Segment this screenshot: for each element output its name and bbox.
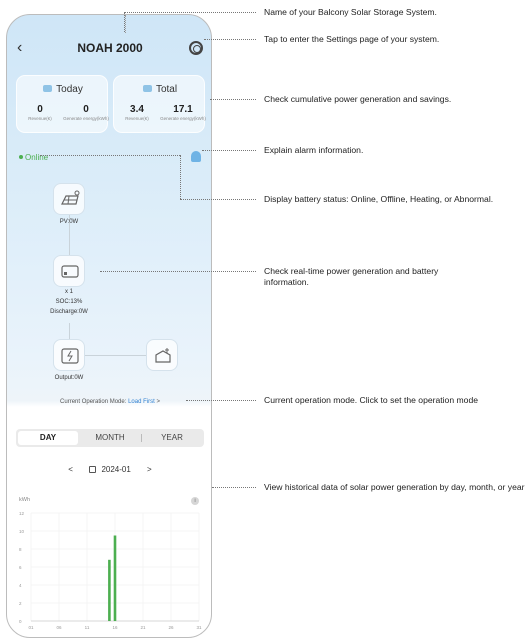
battery-count: x 1 — [64, 289, 73, 295]
leader-name — [124, 12, 256, 13]
prev-date-button[interactable]: < — [68, 465, 73, 474]
phone-frame: ‹ NOAH 2000 Today 0 0 Revenue(€) Generat… — [6, 14, 212, 638]
today-card: Today 0 0 Revenue(€) Generate energy(kWh… — [16, 75, 109, 133]
inverter-icon — [61, 348, 79, 364]
chart-unit-label: kWh — [19, 497, 30, 503]
y-tick-label: 10 — [19, 529, 25, 534]
notch-leader — [125, 15, 126, 33]
annotation-alarm: Explain alarm information. — [264, 145, 364, 155]
leader-history — [212, 487, 256, 488]
today-energy-label: Generate energy(kWh) — [63, 116, 109, 121]
chevron-right-icon: > — [156, 399, 160, 405]
leader-cumulative — [210, 99, 256, 100]
leader-name-v — [124, 12, 125, 32]
operation-mode[interactable]: Current Operation Mode: Load First > — [7, 399, 211, 405]
x-tick-label: 01 — [28, 625, 34, 630]
bar — [108, 559, 111, 621]
calendar-icon — [142, 85, 152, 92]
total-title: Total — [114, 84, 206, 95]
y-tick-label: 4 — [19, 583, 22, 588]
solar-panel-icon — [61, 190, 80, 205]
calendar-icon[interactable] — [89, 466, 97, 473]
leader-realtime — [100, 271, 256, 272]
y-tick-label: 12 — [19, 511, 25, 516]
pv-label: PV:0W — [59, 219, 79, 225]
info-icon[interactable]: i — [191, 497, 199, 505]
y-tick-label: 8 — [19, 547, 22, 552]
discharge-label: Discharge:0W — [50, 309, 88, 315]
app-header: ‹ NOAH 2000 — [7, 37, 211, 61]
status-dot — [19, 155, 23, 159]
x-tick-label: 11 — [85, 625, 90, 630]
annotation-cumulative: Check cumulative power generation and sa… — [264, 94, 452, 104]
x-tick-label: 26 — [168, 625, 174, 630]
next-date-button[interactable]: > — [147, 465, 152, 474]
calendar-icon — [43, 85, 53, 92]
flow-line — [85, 355, 146, 356]
output-label: Output:0W — [54, 375, 84, 381]
x-tick-label: 16 — [112, 625, 118, 630]
y-tick-label: 2 — [19, 601, 22, 606]
total-revenue-label: Revenue(€) — [125, 116, 149, 121]
today-revenue-label: Revenue(€) — [28, 116, 52, 121]
gear-icon[interactable] — [189, 41, 203, 55]
output-node[interactable] — [53, 339, 85, 371]
x-tick-label: 31 — [196, 625, 202, 630]
today-energy: 0 — [83, 104, 89, 115]
leader-alarm — [202, 150, 256, 151]
annotation-realtime: Check real-time power generation and bat… — [264, 266, 439, 287]
operation-mode-value: Load First — [128, 399, 155, 405]
annotation-settings: Tap to enter the Settings page of your s… — [264, 34, 440, 44]
annotation-mode: Current operation mode. Click to set the… — [264, 395, 479, 405]
home-node[interactable] — [146, 339, 178, 371]
leader-status-h1 — [40, 155, 180, 156]
battery-icon — [61, 265, 79, 278]
x-tick-label: 21 — [140, 625, 146, 630]
total-card: Total 3.4 17.1 Revenue(€) Generate energ… — [113, 75, 206, 133]
leader-settings — [204, 39, 256, 40]
page-title: NOAH 2000 — [77, 41, 143, 55]
total-energy: 17.1 — [173, 104, 193, 115]
today-title: Today — [17, 84, 109, 95]
annotation-name: Name of your Balcony Solar Storage Syste… — [264, 7, 437, 17]
date-selector: < 2024-01 > — [7, 465, 211, 474]
total-energy-label: Generate energy(kWh) — [160, 116, 206, 121]
date-value[interactable]: 2024-01 — [101, 465, 130, 474]
tab-year[interactable]: YEAR — [142, 431, 202, 445]
today-revenue: 0 — [37, 104, 43, 115]
tab-month[interactable]: MONTH — [80, 431, 140, 445]
battery-node[interactable] — [53, 255, 85, 287]
leader-status-h2 — [180, 199, 256, 200]
annotation-battery-status: Display battery status: Online, Offline,… — [264, 194, 494, 204]
x-tick-label: 06 — [56, 625, 62, 630]
pv-node[interactable] — [53, 183, 85, 215]
history-chart: 0 2 4 6 8 10 12 01 06 11 16 21 26 31 — [19, 511, 202, 630]
period-tabs: DAY MONTH YEAR — [16, 429, 204, 447]
flow-line — [69, 323, 70, 339]
soc-label: SOC:13% — [55, 299, 83, 305]
leader-mode — [186, 400, 256, 401]
leader-status-v — [180, 155, 181, 199]
bell-icon[interactable] — [191, 151, 201, 162]
bar — [113, 535, 117, 621]
annotation-history: View historical data of solar power gene… — [264, 482, 525, 492]
tab-day[interactable]: DAY — [18, 431, 78, 445]
total-revenue: 3.4 — [130, 104, 144, 115]
y-tick-label: 0 — [19, 619, 22, 624]
y-tick-label: 6 — [19, 565, 22, 570]
home-icon — [155, 348, 171, 363]
